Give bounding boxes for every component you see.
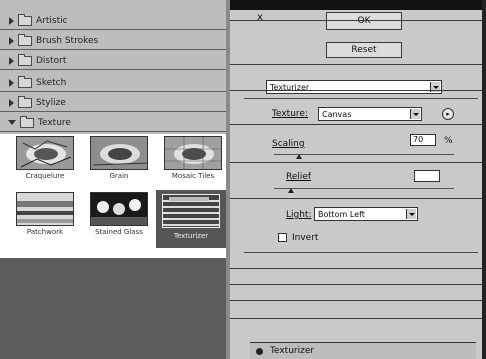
category-stylize[interactable]: Stylize [0, 94, 230, 112]
texturizer-preview [163, 195, 219, 227]
folder-icon [18, 95, 32, 108]
category-label: Distort [36, 55, 67, 66]
expand-triangle-icon[interactable] [9, 78, 14, 87]
thumbnail-craquelure[interactable] [16, 136, 74, 170]
thumbnail-label: Grain [109, 172, 129, 180]
thumbnail-texturizer[interactable] [162, 194, 220, 228]
light-select-value: Bottom Left [318, 209, 365, 219]
empty-gallery-area [0, 258, 230, 359]
scanline [230, 162, 482, 163]
chevron-down-icon[interactable] [410, 109, 420, 119]
mosaic-tiles-preview [165, 137, 221, 169]
top-dark-bar [230, 0, 482, 10]
filter-select[interactable]: Texturizer [266, 80, 442, 94]
texture-select-value: Canvas [322, 109, 352, 119]
expand-triangle-icon[interactable] [9, 36, 14, 45]
category-sketch[interactable]: Sketch [0, 74, 230, 92]
scanline [230, 268, 482, 269]
category-label: Sketch [36, 77, 67, 88]
thumbnail-label: Craquelure [25, 172, 65, 180]
thumbnail-label: Mosaic Tiles [171, 172, 215, 180]
filter-gallery-panel: Artistic Brush Strokes Distort Sketch St… [0, 0, 230, 359]
light-label: Light: [286, 210, 312, 220]
panel-scrollbar[interactable] [482, 0, 486, 359]
category-distort[interactable]: Distort [0, 52, 230, 70]
scanline [230, 124, 482, 125]
collapse-triangle-icon[interactable] [8, 120, 16, 125]
filter-select-value: Texturizer [270, 82, 310, 92]
relief-slider-track[interactable] [274, 188, 454, 189]
category-label: Artistic [36, 15, 68, 26]
scaling-slider-thumb[interactable] [296, 154, 302, 159]
category-artistic[interactable]: Artistic [0, 12, 230, 30]
folder-icon [18, 33, 32, 46]
thumbnail-label: Texturizer [173, 232, 209, 240]
category-texture[interactable]: Texture [0, 114, 230, 132]
thumbnail-stained-glass[interactable] [90, 192, 148, 226]
light-select[interactable]: Bottom Left [314, 207, 418, 221]
scaling-input[interactable]: 70 [410, 134, 436, 146]
chevron-down-icon[interactable] [406, 209, 416, 219]
craquelure-preview [17, 137, 73, 169]
thumbnail-patchwork[interactable] [16, 192, 74, 226]
grain-preview [91, 137, 147, 169]
thumbnail-label: Stained Glass [95, 228, 143, 236]
scanline [230, 300, 482, 301]
eye-icon[interactable] [256, 348, 263, 355]
scanline [230, 284, 482, 285]
relief-slider-thumb[interactable] [288, 188, 294, 193]
folder-icon [18, 75, 32, 88]
category-label: Stylize [36, 97, 66, 108]
scaling-unit: % [444, 136, 453, 146]
expand-triangle-icon[interactable] [9, 16, 14, 25]
effect-layer-label: Texturizer [270, 346, 315, 356]
folder-icon [18, 13, 32, 26]
scanline [230, 64, 482, 65]
expand-triangle-icon[interactable] [9, 98, 14, 107]
stained-glass-preview [91, 193, 147, 225]
collapse-gallery-icon[interactable]: x [257, 12, 263, 23]
patchwork-preview [17, 193, 73, 225]
category-label: Brush Strokes [36, 35, 99, 46]
category-label: Texture [38, 117, 71, 128]
invert-checkbox[interactable] [278, 233, 287, 242]
texture-menu-icon[interactable]: ▸ [442, 108, 454, 120]
filter-settings-panel: x OK Reset Texturizer Texture: Canvas ▸ … [230, 0, 482, 359]
folder-icon [18, 53, 32, 66]
relief-label: Relief [286, 172, 312, 182]
scaling-label: Scaling [272, 139, 305, 149]
invert-label: Invert [292, 233, 319, 243]
effect-layer-row[interactable]: Texturizer [250, 342, 476, 359]
texture-select[interactable]: Canvas [318, 107, 422, 121]
scanline [230, 198, 482, 199]
thumbnail-grain[interactable] [90, 136, 148, 170]
thumbnail-mosaic-tiles[interactable] [164, 136, 222, 170]
ok-button[interactable]: OK [326, 12, 402, 30]
divider [244, 252, 478, 253]
category-brush-strokes[interactable]: Brush Strokes [0, 32, 230, 50]
chevron-down-icon[interactable] [430, 82, 440, 92]
relief-input[interactable] [414, 170, 440, 182]
reset-button[interactable]: Reset [326, 42, 402, 58]
divider [244, 98, 478, 99]
expand-triangle-icon[interactable] [9, 56, 14, 65]
texture-label: Texture: [272, 109, 308, 119]
thumbnail-label: Patchwork [26, 228, 64, 236]
scanline [230, 318, 482, 319]
folder-icon [20, 115, 34, 128]
